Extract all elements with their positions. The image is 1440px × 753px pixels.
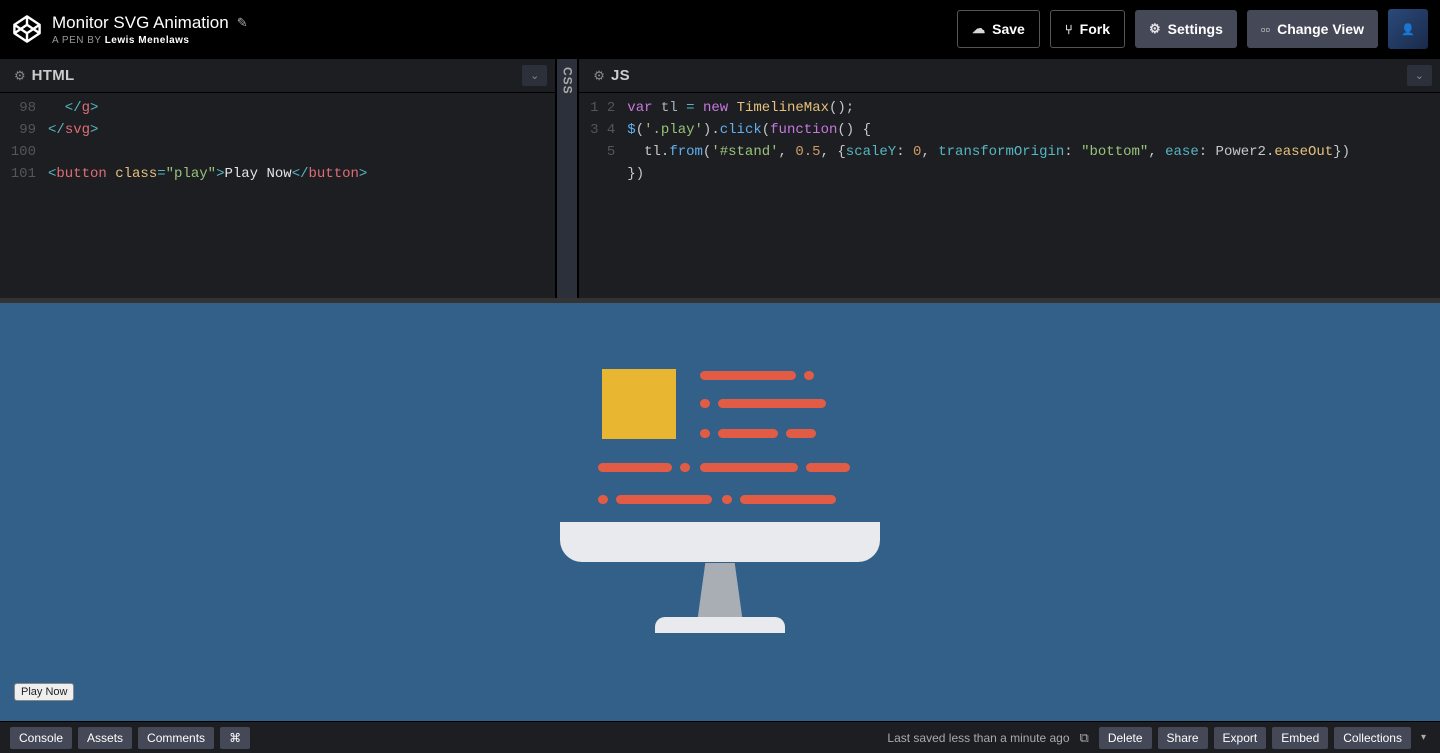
yellow-square [602, 369, 676, 439]
fork-icon: ⑂ [1065, 22, 1073, 37]
console-button[interactable]: Console [10, 727, 72, 749]
js-editor-header: ⚙ JS ⌄ [579, 59, 1440, 93]
edit-title-icon[interactable]: ✎ [237, 15, 248, 31]
delete-button[interactable]: Delete [1099, 727, 1152, 749]
css-label: CSS [560, 59, 574, 95]
js-settings-icon[interactable]: ⚙ [587, 68, 611, 84]
play-now-button[interactable]: Play Now [14, 683, 74, 701]
js-label: JS [611, 67, 630, 84]
monitor-svg [560, 367, 880, 647]
html-editor: ⚙ HTML ⌄ 98 99 100 101 </g> </svg> <butt… [0, 59, 555, 298]
collections-button[interactable]: Collections [1334, 727, 1411, 749]
popout-icon[interactable]: ⧉ [1076, 730, 1093, 746]
js-code-area[interactable]: 1 2 3 4 5 var tl = new TimelineMax(); $(… [579, 93, 1440, 298]
monitor-base [560, 522, 880, 562]
html-chevron-icon[interactable]: ⌄ [522, 65, 547, 86]
shortcuts-button[interactable]: ⌘ [220, 727, 250, 749]
collections-dropdown-icon[interactable]: ▾ [1417, 732, 1430, 743]
export-button[interactable]: Export [1214, 727, 1267, 749]
app-header: Monitor SVG Animation ✎ A PEN BY Lewis M… [0, 0, 1440, 58]
settings-button[interactable]: ⚙Settings [1135, 10, 1237, 48]
html-editor-header: ⚙ HTML ⌄ [0, 59, 555, 93]
codepen-logo[interactable] [12, 14, 42, 44]
js-editor: ⚙ JS ⌄ 1 2 3 4 5 var tl = new TimelineMa… [579, 59, 1440, 298]
js-code[interactable]: var tl = new TimelineMax(); $('.play').c… [621, 93, 1440, 298]
byline: A PEN BY Lewis Menelaws [52, 35, 947, 46]
view-icon: ▫▫ [1261, 22, 1270, 37]
save-status: Last saved less than a minute ago [887, 731, 1069, 745]
monitor-stand [697, 563, 743, 623]
assets-button[interactable]: Assets [78, 727, 132, 749]
preview-pane: Play Now [0, 303, 1440, 721]
html-gutter: 98 99 100 101 [0, 93, 42, 298]
cloud-icon: ☁ [972, 21, 985, 37]
author-link[interactable]: Lewis Menelaws [105, 35, 190, 46]
embed-button[interactable]: Embed [1272, 727, 1328, 749]
save-button[interactable]: ☁Save [957, 10, 1040, 48]
editors-row: ⚙ HTML ⌄ 98 99 100 101 </g> </svg> <butt… [0, 58, 1440, 298]
js-gutter: 1 2 3 4 5 [579, 93, 621, 298]
css-editor-collapsed[interactable]: CSS [555, 59, 579, 298]
gear-icon: ⚙ [1149, 21, 1161, 37]
js-chevron-icon[interactable]: ⌄ [1407, 65, 1432, 86]
html-code-area[interactable]: 98 99 100 101 </g> </svg> <button class=… [0, 93, 555, 298]
change-view-button[interactable]: ▫▫Change View [1247, 10, 1378, 48]
user-avatar[interactable]: 👤 [1388, 9, 1428, 49]
title-block: Monitor SVG Animation ✎ A PEN BY Lewis M… [52, 13, 947, 46]
html-settings-icon[interactable]: ⚙ [8, 68, 32, 84]
html-code[interactable]: </g> </svg> <button class="play">Play No… [42, 93, 555, 298]
pen-title[interactable]: Monitor SVG Animation [52, 13, 229, 33]
monitor-foot [655, 617, 785, 633]
share-button[interactable]: Share [1158, 727, 1208, 749]
app-footer: Console Assets Comments ⌘ Last saved les… [0, 721, 1440, 753]
fork-button[interactable]: ⑂Fork [1050, 10, 1125, 48]
comments-button[interactable]: Comments [138, 727, 214, 749]
html-label: HTML [32, 67, 75, 84]
